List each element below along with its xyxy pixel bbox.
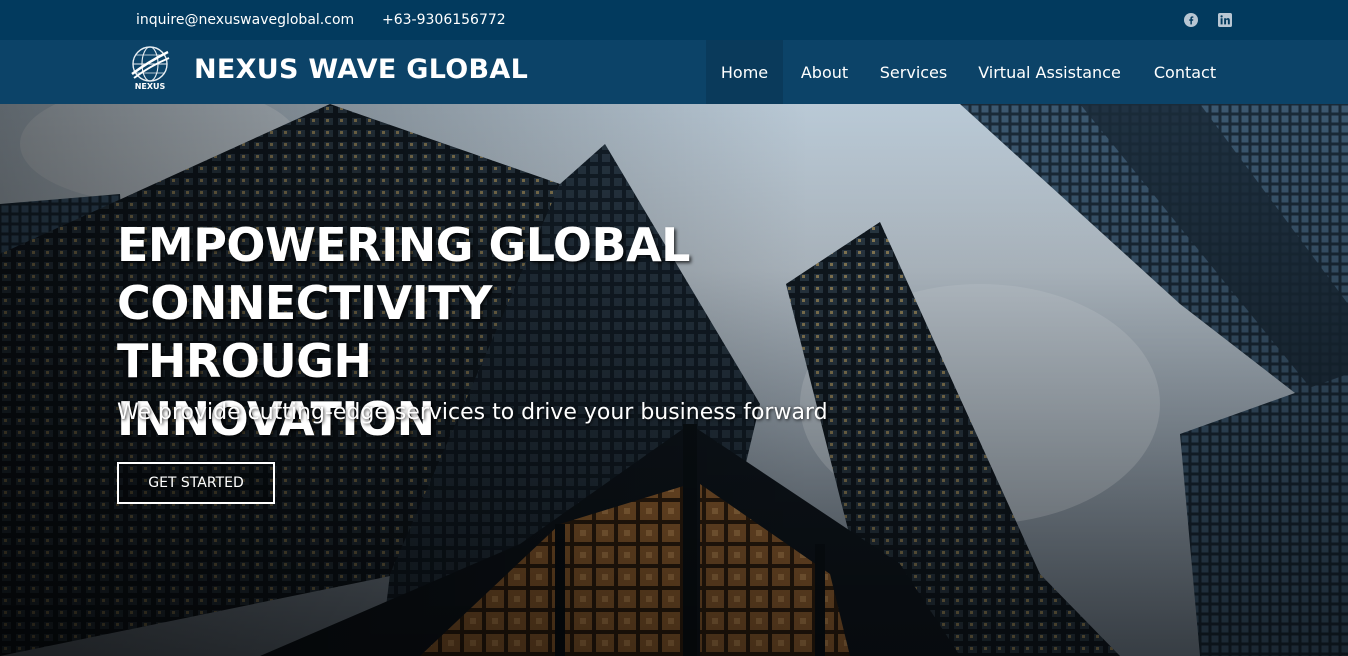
contact-email[interactable]: inquire@nexuswaveglobal.com bbox=[136, 12, 354, 28]
facebook-icon[interactable] bbox=[1183, 12, 1199, 28]
hero-section: EMPOWERING GLOBAL CONNECTIVITY THROUGH I… bbox=[0, 104, 1348, 656]
logo-text: NEXUS bbox=[135, 82, 166, 91]
nav-home[interactable]: Home bbox=[706, 40, 783, 104]
hero-title-line: CONNECTIVITY THROUGH bbox=[117, 276, 492, 388]
brand-name[interactable]: NEXUS WAVE GLOBAL bbox=[194, 54, 528, 85]
nav-virtual-assistance[interactable]: Virtual Assistance bbox=[963, 40, 1136, 104]
hero-title-line: EMPOWERING GLOBAL bbox=[117, 218, 691, 272]
nav-about[interactable]: About bbox=[785, 40, 864, 104]
contact-phone[interactable]: +63-9306156772 bbox=[382, 12, 506, 28]
top-bar: inquire@nexuswaveglobal.com +63-93061567… bbox=[0, 0, 1348, 40]
nav-contact[interactable]: Contact bbox=[1138, 40, 1232, 104]
nav-services[interactable]: Services bbox=[866, 40, 961, 104]
linkedin-icon[interactable] bbox=[1217, 12, 1233, 28]
logo[interactable]: NEXUS bbox=[128, 44, 172, 94]
hero-subtitle: We provide cutting-edge services to driv… bbox=[117, 400, 828, 425]
get-started-button[interactable]: GET STARTED bbox=[117, 462, 275, 504]
